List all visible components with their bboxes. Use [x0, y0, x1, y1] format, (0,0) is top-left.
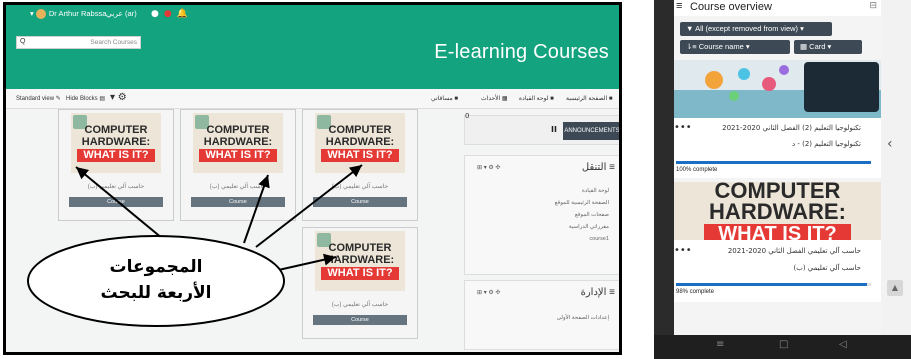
arrow-to-card-4 — [273, 253, 337, 272]
arrow-to-card-3 — [255, 164, 363, 248]
hamburger-icon[interactable]: ≡ — [676, 0, 682, 12]
arrow-to-card-2 — [243, 174, 270, 244]
more-options-icon[interactable]: ••• — [674, 122, 692, 133]
home-icon[interactable]: □ — [779, 339, 788, 350]
course-image — [674, 60, 881, 118]
callout-line-1: المجموعات — [109, 257, 203, 277]
phone-bezel — [654, 0, 674, 335]
mobile-screenshot: ‹ ▲ ≡ Course overview ⊟ ▼ All (except re… — [654, 0, 911, 359]
course-subtitle: حاسب آلي تعليمي (ب) — [793, 264, 861, 272]
course-image: COMPUTER HARDWARE: WHAT IS IT? — [674, 182, 881, 240]
sort-button[interactable]: ⇂≡ Course name ▾ — [680, 40, 790, 54]
chevron-left-icon[interactable]: ‹ — [887, 136, 893, 152]
filter-button[interactable]: ▼ All (except removed from view) ▾ — [680, 22, 832, 36]
callout-line-2: الأربعة للبحث — [100, 283, 212, 303]
composite-figure: ▾ Dr Arthur Rabssa عربي (ar) ● ● 🔔 Q Searc… — [0, 0, 911, 359]
progress-label: 98% complete — [676, 289, 715, 295]
course-overview-header: ≡ Course overview ⊟ — [674, 0, 881, 16]
mobile-course-card-2[interactable]: COMPUTER HARDWARE: WHAT IS IT? ••• حاسب … — [674, 182, 881, 302]
progress-fill — [676, 161, 871, 164]
callout-text: المجموعات الأربعة للبحث — [46, 254, 266, 306]
course-subtitle: تكنولوجيا التعليم (2) - د — [792, 140, 861, 148]
image-text: WHAT IS IT? — [704, 224, 851, 240]
course-overview-title: Course overview — [690, 1, 772, 13]
image-text: HARDWARE: — [709, 199, 846, 224]
course-title[interactable]: تكنولوجيا التعليم (2) الفصل الثاني 2020-… — [722, 124, 861, 132]
progress-bar — [676, 283, 871, 286]
desktop-screenshot: ▾ Dr Arthur Rabssa عربي (ar) ● ● 🔔 Q Searc… — [3, 2, 622, 355]
progress-fill — [676, 283, 868, 286]
scroll-up-button[interactable]: ▲ — [887, 280, 903, 296]
phone-side: ‹ ▲ — [881, 0, 911, 335]
android-nav-bar: ≡ □ ◁ — [654, 335, 911, 359]
recent-apps-icon[interactable]: ≡ — [716, 339, 724, 350]
mobile-course-card-1[interactable]: ••• تكنولوجيا التعليم (2) الفصل الثاني 2… — [674, 60, 881, 178]
back-icon[interactable]: ◁ — [839, 339, 847, 350]
course-title[interactable]: حاسب آلي تعليمي الفصل الثاني 2020-2021 — [728, 247, 861, 255]
view-button[interactable]: ▦ Card ▾ — [794, 40, 862, 54]
progress-bar — [676, 161, 871, 164]
more-options-icon[interactable]: ••• — [674, 245, 692, 256]
collapse-icon[interactable]: ⊟ — [869, 1, 877, 11]
progress-label: 100% complete — [676, 167, 718, 173]
